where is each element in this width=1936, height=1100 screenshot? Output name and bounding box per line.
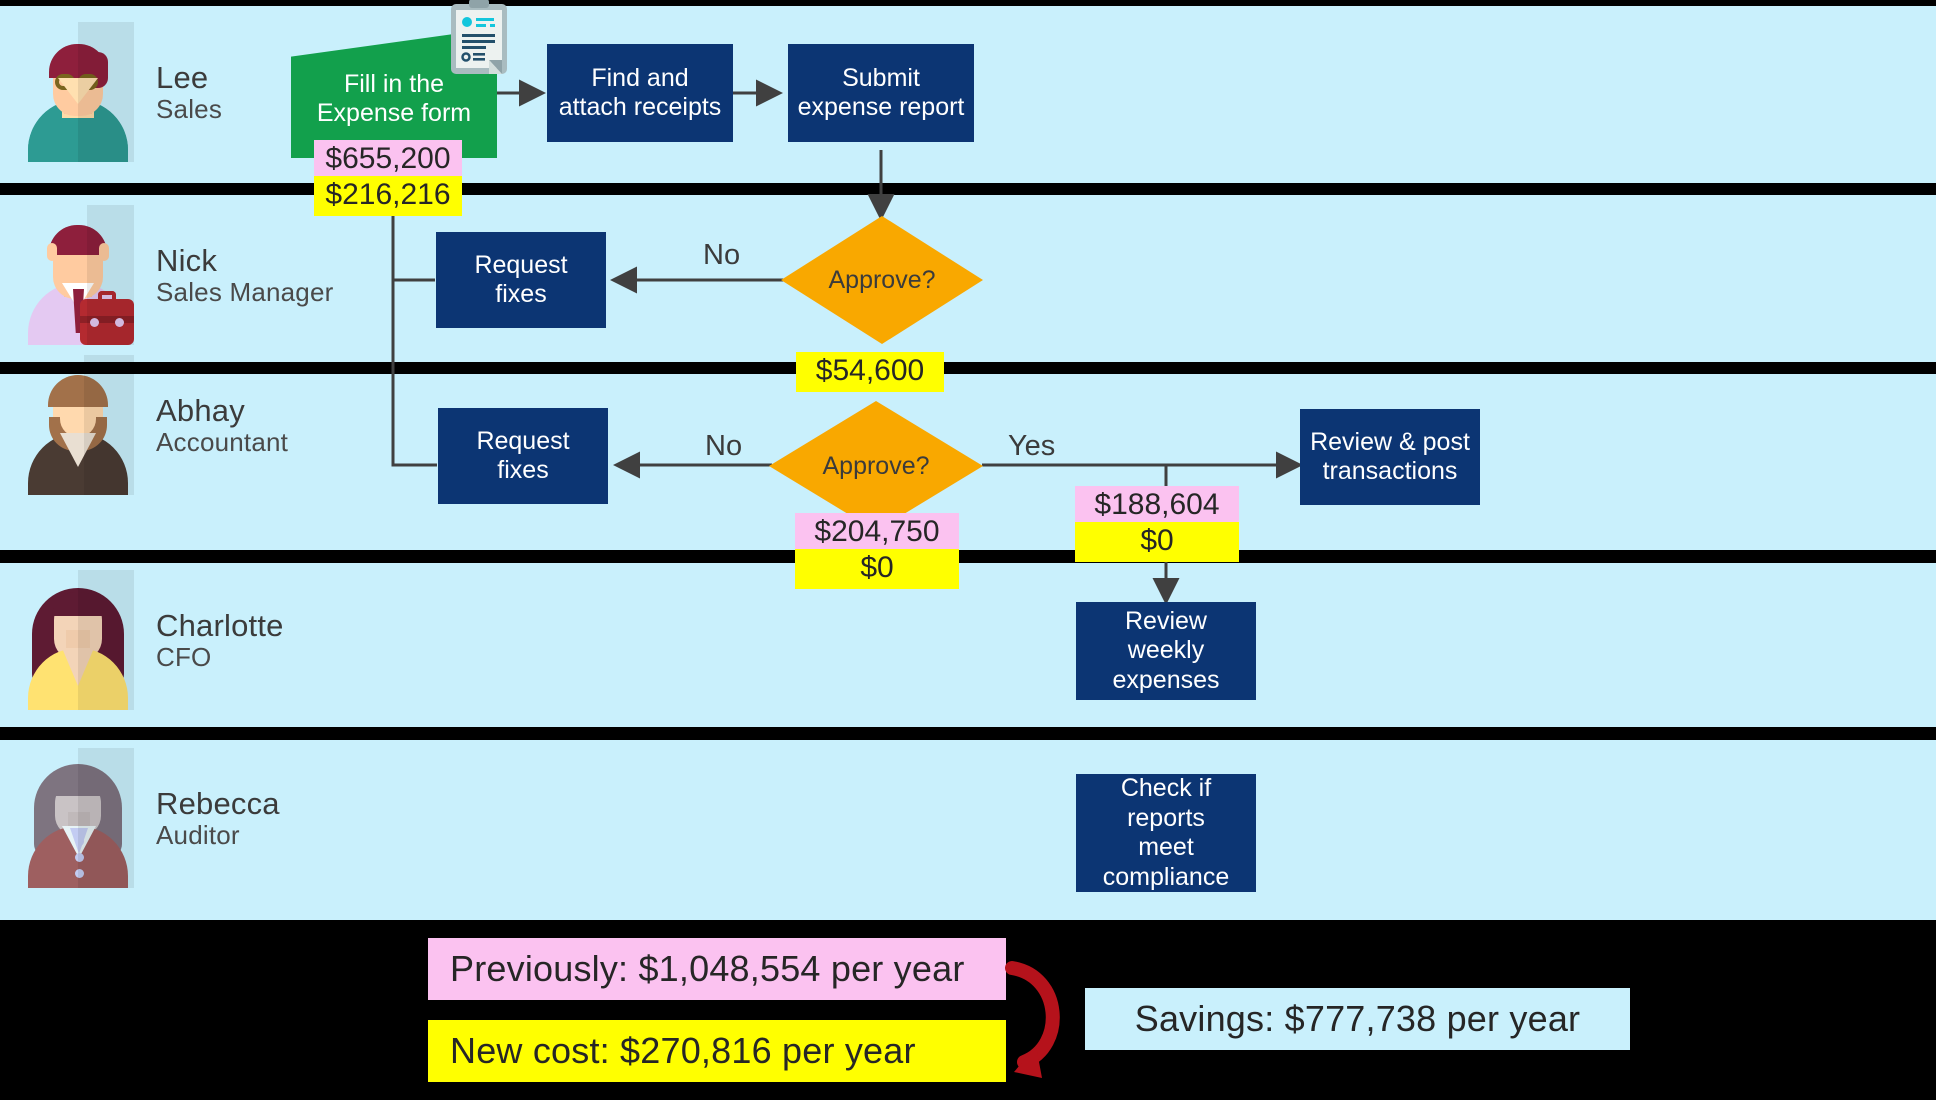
- node-label-line1: Request: [474, 250, 568, 279]
- node-label-line1: Check if: [1120, 774, 1212, 802]
- node-label-line2: fixes: [495, 280, 547, 308]
- node-label-line2: expenses: [1112, 665, 1220, 694]
- node-label-line4: compliance: [1102, 862, 1230, 891]
- swimlane-diagram: Lee Sales Nick Sales Manager Abhay Accou…: [0, 0, 1936, 1100]
- avatar-lee: [22, 22, 134, 162]
- cost-tag-new-fill-form: $216,216: [314, 176, 462, 216]
- node-label-line1: Review & post: [1310, 427, 1470, 456]
- cost-tag-old-approve-abhay: $204,750: [795, 513, 959, 553]
- node-review-weekly-expenses[interactable]: Review weekly expenses: [1076, 602, 1256, 700]
- actor-role: CFO: [156, 641, 212, 672]
- avatar-rebecca: [22, 748, 134, 888]
- node-label-line2: expense report: [797, 93, 965, 121]
- avatar-nick: [22, 205, 134, 345]
- actor-name: Rebecca: [156, 786, 280, 822]
- node-label-line3: meet: [1138, 833, 1194, 861]
- actor-lee: Lee Sales: [22, 22, 222, 162]
- clipboard-document-icon: [451, 0, 507, 74]
- cost-tag-old-post-transactions: $188,604: [1075, 486, 1239, 526]
- node-label-line2: attach receipts: [558, 93, 722, 121]
- edge-label-yes-abhay: Yes: [1008, 430, 1056, 462]
- actor-name: Lee: [156, 60, 209, 96]
- actor-name: Charlotte: [156, 608, 284, 644]
- node-label-line1: Request: [476, 426, 570, 455]
- actor-role: Sales: [156, 93, 223, 124]
- actor-abhay: Abhay Accountant: [22, 355, 288, 495]
- node-find-attach-receipts[interactable]: Find and attach receipts: [547, 44, 733, 142]
- node-request-fixes-nick[interactable]: Request fixes: [436, 232, 606, 328]
- actor-role: Sales Manager: [156, 276, 334, 307]
- actor-role: Auditor: [156, 819, 240, 850]
- actor-nick: Nick Sales Manager: [22, 205, 333, 345]
- avatar-abhay: [22, 355, 134, 495]
- node-label-line1: Review weekly: [1125, 606, 1207, 665]
- node-request-fixes-abhay[interactable]: Request fixes: [438, 408, 608, 504]
- actor-role: Accountant: [156, 426, 289, 457]
- actor-name: Nick: [156, 243, 218, 279]
- cost-tag-new-approve-nick: $54,600: [796, 352, 944, 392]
- cost-tag-old-fill-form: $655,200: [314, 140, 462, 180]
- node-label-line2: fixes: [497, 456, 549, 484]
- node-label: Approve?: [828, 265, 936, 294]
- node-label-line1: Submit: [842, 63, 920, 92]
- actor-charlotte: Charlotte CFO: [22, 570, 284, 710]
- node-submit-expense-report[interactable]: Submit expense report: [788, 44, 974, 142]
- lane-rebecca: [0, 740, 1936, 920]
- cost-tag-new-post-transactions: $0: [1075, 522, 1239, 562]
- edge-label-no-abhay: No: [705, 430, 743, 462]
- node-label-line1: Find and: [591, 63, 689, 92]
- node-review-post-transactions[interactable]: Review & post transactions: [1300, 409, 1480, 505]
- edge-label-no-nick: No: [703, 239, 741, 271]
- summary-previously: Previously: $1,048,554 per year: [428, 938, 1006, 1000]
- actor-name: Abhay: [156, 393, 245, 429]
- red-curved-arrow-icon: [1005, 961, 1060, 1078]
- node-label-line2: transactions: [1322, 457, 1458, 485]
- avatar-charlotte: [22, 570, 134, 710]
- node-label-line2: Expense form: [316, 99, 472, 127]
- node-check-reports-compliance[interactable]: Check if reports meet compliance: [1076, 774, 1256, 892]
- summary-savings: Savings: $777,738 per year: [1085, 988, 1630, 1050]
- node-label-line2: reports: [1127, 803, 1205, 832]
- summary-new-cost: New cost: $270,816 per year: [428, 1020, 1006, 1082]
- cost-tag-new-approve-abhay: $0: [795, 549, 959, 589]
- lane-charlotte: [0, 563, 1936, 727]
- actor-rebecca: Rebecca Auditor: [22, 748, 280, 888]
- node-label: Approve?: [822, 451, 930, 480]
